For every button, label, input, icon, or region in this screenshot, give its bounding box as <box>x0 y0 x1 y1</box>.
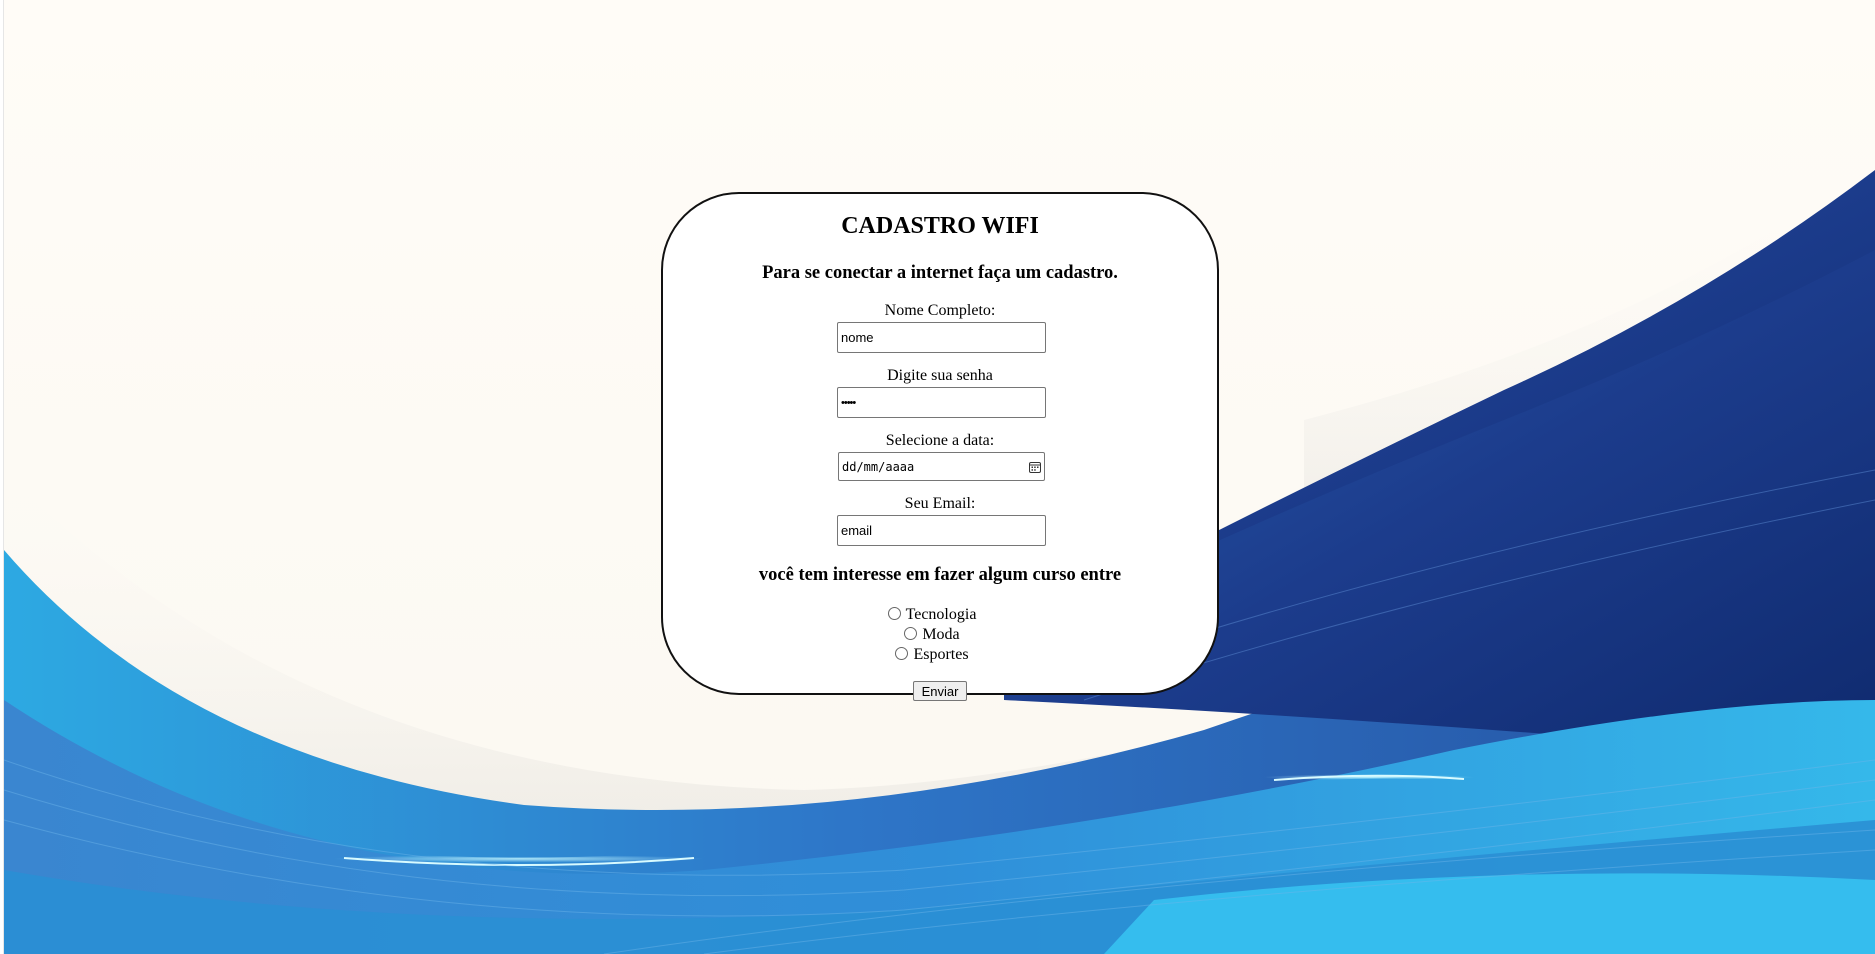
option-tecnologia[interactable]: Tecnologia <box>655 606 1209 624</box>
date-input[interactable]: dd/mm/aaaa <box>838 452 1045 481</box>
option-label: Tecnologia <box>905 606 977 623</box>
date-input-placeholder: dd/mm/aaaa <box>842 459 915 474</box>
option-label: Esportes <box>913 646 969 663</box>
signup-card: CADASTRO WIFI Para se conectar a interne… <box>661 192 1219 695</box>
page: CADASTRO WIFI Para se conectar a interne… <box>0 0 1875 954</box>
option-label: Moda <box>922 626 960 643</box>
date-label: Selecione a data: <box>885 432 995 449</box>
email-label: Seu Email: <box>904 495 976 512</box>
option-moda[interactable]: Moda <box>655 626 1209 644</box>
form-subtitle: Para se conectar a internet faça um cada… <box>762 263 1118 283</box>
email-input-value: email <box>841 523 873 538</box>
calendar-icon[interactable] <box>1029 461 1041 473</box>
submit-button[interactable]: Enviar <box>913 681 967 701</box>
radio-tecnologia[interactable] <box>887 606 901 620</box>
name-input[interactable]: nome <box>837 322 1046 353</box>
name-label: Nome Completo: <box>884 302 996 319</box>
option-esportes[interactable]: Esportes <box>655 646 1209 664</box>
form-title: CADASTRO WIFI <box>841 213 1039 239</box>
radio-moda[interactable] <box>904 626 918 640</box>
name-input-value: nome <box>841 330 874 345</box>
password-input-value: ••••• <box>841 396 856 409</box>
radio-esportes[interactable] <box>895 646 909 660</box>
password-label: Digite sua senha <box>887 367 993 384</box>
password-input[interactable]: ••••• <box>837 387 1046 418</box>
course-question: você tem interesse em fazer algum curso … <box>758 565 1122 585</box>
email-input[interactable]: email <box>837 515 1046 546</box>
signup-form: CADASTRO WIFI Para se conectar a interne… <box>663 194 1217 693</box>
